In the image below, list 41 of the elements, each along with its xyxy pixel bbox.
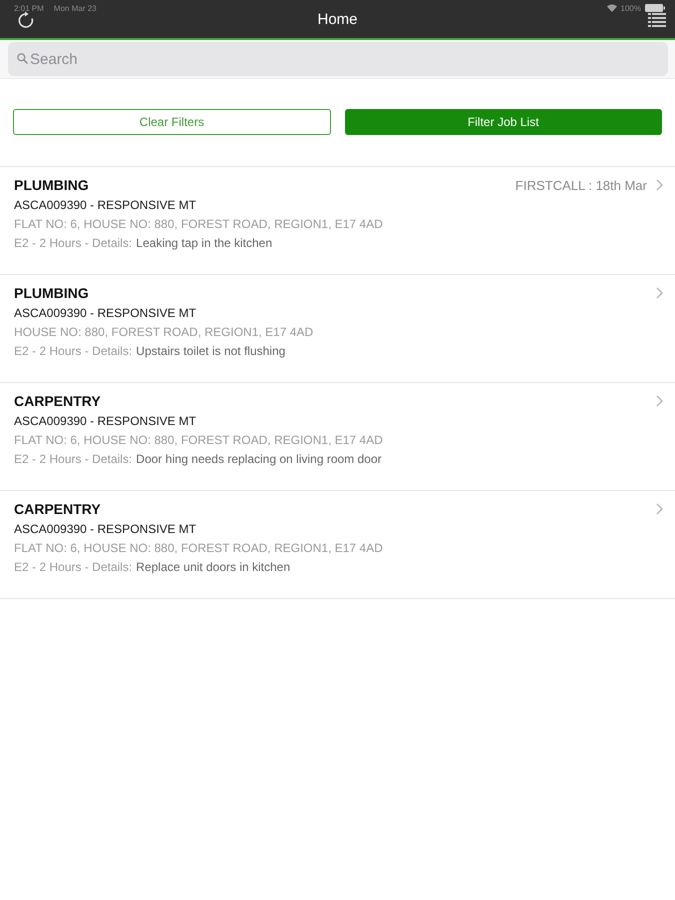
job-reference: ASCA009390 - RESPONSIVE MT [14, 414, 196, 428]
job-list-item[interactable]: CARPENTRY ASCA009390 - RESPONSIVE MT FLAT NO: 6, HOUSE NO: 880, FOREST ROAD, REGION1, E17 4AD E2 - 2 Hours - Details: Replace unit doors in kitchen [0, 491, 675, 599]
chevron-icon [656, 287, 663, 299]
job-list-item[interactable]: PLUMBING ASCA009390 - RESPONSIVE MT HOUSE NO: 880, FOREST ROAD, REGION1, E17 4AD E2 - 2 Hours - Details: Upstairs toilet is not flushing [0, 275, 675, 383]
job-trade: PLUMBING [14, 285, 89, 301]
job-description: Door hing needs replacing on living room door [136, 452, 382, 466]
refresh-icon[interactable] [17, 11, 35, 29]
job-trade: CARPENTRY [14, 393, 101, 409]
filter-button[interactable]: Filter Job List [344, 109, 662, 135]
battery-icon [645, 4, 665, 12]
job-address: FLAT NO: 6, HOUSE NO: 880, FOREST ROAD, REGION1, E17 4AD [14, 216, 383, 230]
job-description: Replace unit doors in kitchen [136, 560, 290, 574]
job-address: HOUSE NO: 880, FOREST ROAD, REGION1, E17 4AD [14, 324, 314, 338]
job-trade: CARPENTRY [14, 501, 101, 517]
priority-label: E2 - 2 Hours - Details: [14, 560, 132, 574]
battery-percent: 100% [620, 4, 641, 12]
job-reference: ASCA009390 - RESPONSIVE MT [14, 198, 196, 212]
job-list-item[interactable]: CARPENTRY ASCA009390 - RESPONSIVE MT FLAT NO: 6, HOUSE NO: 880, FOREST ROAD, REGION1, E17 4AD E2 - 2 Hours - Details: Door hing needs replacing on living room door [0, 383, 675, 491]
wifi-icon [606, 4, 617, 12]
list-icon[interactable] [648, 13, 666, 27]
screen-title: Home [318, 11, 358, 28]
chevron-icon [656, 503, 663, 515]
chevron-icon [656, 395, 663, 407]
clear-button[interactable]: Clear Filters [13, 109, 330, 135]
priority-label: E2 - 2 Hours - Details: [14, 344, 132, 358]
job-address: FLAT NO: 6, HOUSE NO: 880, FOREST ROAD, REGION1, E17 4AD [14, 432, 383, 446]
priority-label: E2 - 2 Hours - Details: [14, 236, 132, 250]
job-address: FLAT NO: 6, HOUSE NO: 880, FOREST ROAD, REGION1, E17 4AD [14, 540, 383, 554]
job-reference: ASCA009390 - RESPONSIVE MT [14, 522, 196, 536]
appointment-text: FIRSTCALL : 18th Mar [515, 178, 647, 192]
status-date: Mon Mar 23 [54, 4, 96, 12]
search-icon [17, 53, 28, 64]
priority-label: E2 - 2 Hours - Details: [14, 452, 132, 466]
job-description: Leaking tap in the kitchen [136, 236, 272, 250]
search-field[interactable]: Search [8, 42, 668, 76]
job-description: Upstairs toilet is not flushing [136, 344, 286, 358]
job-reference: ASCA009390 - RESPONSIVE MT [14, 306, 196, 320]
status-time: 2:01 PM [14, 4, 44, 12]
job-trade: PLUMBING [14, 177, 89, 193]
chevron-icon [656, 179, 663, 191]
job-list-item[interactable]: PLUMBING FIRSTCALL : 18th Mar ASCA009390 - RESPONSIVE MT FLAT NO: 6, HOUSE NO: 880, FOREST ROAD, REGION1, E17 4AD E2 - 2 Hours - Details: Leaking tap in the kitchen [0, 167, 675, 275]
